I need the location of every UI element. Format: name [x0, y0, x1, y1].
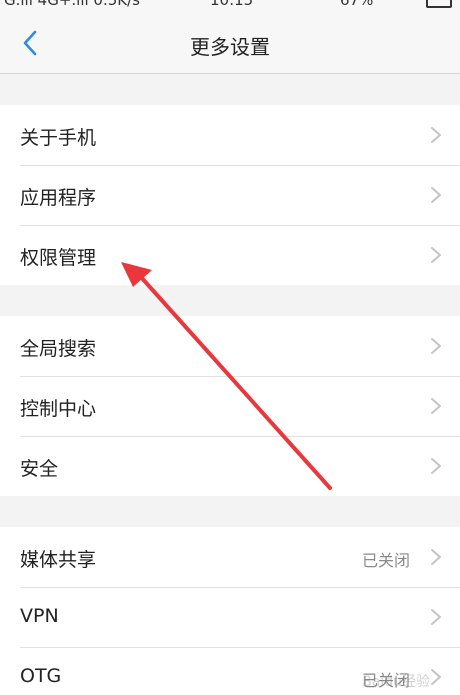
battery-icon — [426, 0, 452, 8]
settings-item-status: 已关闭 — [361, 551, 410, 570]
chevron-right-icon — [431, 669, 441, 685]
settings-item-label: 安全 — [20, 458, 59, 480]
settings-screen: G.ııl 4G+.ııl 0.5K/s 10:15 67% 更多设置 关于手机… — [0, 0, 460, 695]
status-signal: G.ııl 4G+.ııl 0.5K/s — [4, 0, 140, 9]
chevron-right-icon — [431, 549, 441, 565]
settings-item-label: OTG — [20, 665, 62, 687]
chevron-right-icon — [431, 609, 441, 625]
nav-bar: 更多设置 — [0, 12, 460, 74]
settings-item-applications[interactable]: 应用程序 — [0, 165, 460, 225]
status-time: 10:15 — [210, 0, 254, 9]
status-battery-level: 67% — [340, 0, 374, 9]
watermark: Baidu经验 — [362, 674, 430, 690]
settings-item-label: VPN — [20, 605, 59, 627]
chevron-right-icon — [431, 187, 441, 203]
chevron-right-icon — [431, 247, 441, 263]
settings-item-security[interactable]: 安全 — [0, 436, 460, 496]
settings-item-label: 权限管理 — [20, 247, 97, 269]
page-title: 更多设置 — [190, 35, 270, 59]
settings-item-label: 应用程序 — [20, 187, 97, 209]
settings-item-label: 关于手机 — [20, 127, 97, 149]
chevron-right-icon — [431, 458, 441, 474]
settings-group-device: 关于手机 应用程序 权限管理 — [0, 105, 460, 285]
settings-group-connections: 媒体共享 已关闭 VPN OTG 已关闭 — [0, 527, 460, 695]
settings-item-vpn[interactable]: VPN — [0, 587, 460, 647]
settings-item-label: 全局搜索 — [20, 338, 97, 360]
settings-item-control-center[interactable]: 控制中心 — [0, 376, 460, 436]
settings-item-permission-management[interactable]: 权限管理 — [0, 225, 460, 285]
settings-group-system: 全局搜索 控制中心 安全 — [0, 316, 460, 496]
settings-item-about-phone[interactable]: 关于手机 — [0, 105, 460, 165]
status-bar: G.ııl 4G+.ııl 0.5K/s 10:15 67% — [0, 0, 460, 12]
settings-item-label: 控制中心 — [20, 398, 97, 420]
chevron-right-icon — [431, 127, 441, 143]
chevron-right-icon — [431, 398, 441, 414]
settings-item-label: 媒体共享 — [20, 549, 97, 571]
chevron-right-icon — [431, 338, 441, 354]
settings-item-global-search[interactable]: 全局搜索 — [0, 316, 460, 376]
settings-item-media-sharing[interactable]: 媒体共享 已关闭 — [0, 527, 460, 587]
